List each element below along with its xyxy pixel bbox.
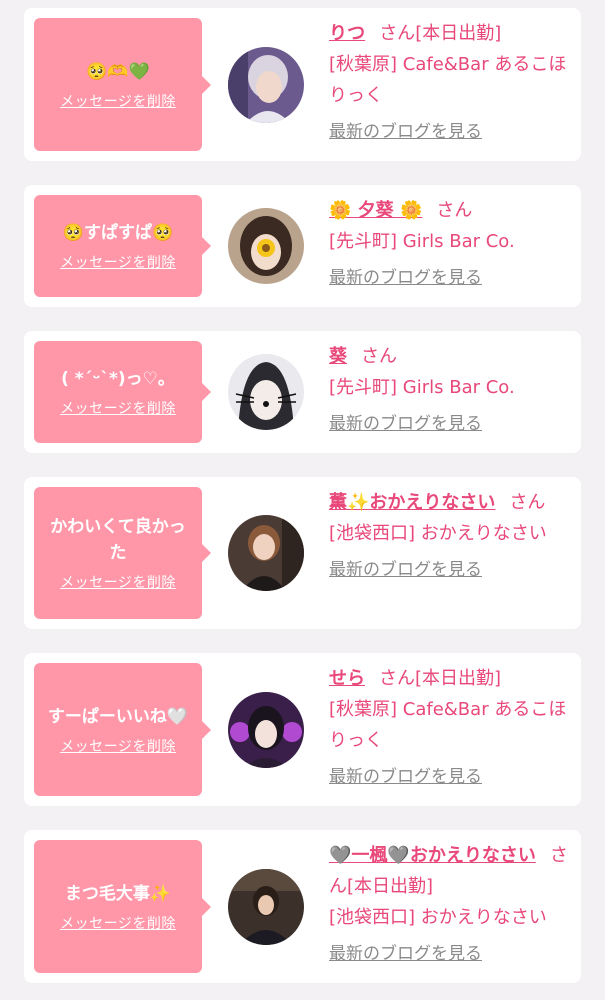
- avatar[interactable]: [228, 515, 304, 591]
- shop-name: [秋葉原] Cafe&Bar あるこほりっく: [329, 54, 567, 106]
- avatar-photo-icon: [228, 691, 304, 768]
- message-bubble: ( *ˊᵕˋ*)っ♡。 メッセージを削除: [34, 341, 211, 443]
- latest-blog-link[interactable]: 最新のブログを見る: [329, 764, 482, 790]
- avatar[interactable]: [228, 868, 304, 945]
- message-bubble: 🥺すぱすぱ🥺 メッセージを削除: [34, 195, 211, 297]
- attendance-status: [本日出勤]: [347, 876, 434, 897]
- avatar-photo-icon: [228, 868, 304, 945]
- message-text: ( *ˊᵕˋ*)っ♡。: [61, 369, 175, 389]
- avatar[interactable]: [228, 208, 304, 284]
- cast-name-link[interactable]: 葵: [329, 346, 347, 367]
- avatar[interactable]: [228, 46, 304, 123]
- cast-name-link[interactable]: 🌼 夕葵 🌼: [329, 200, 422, 221]
- shop-name: [先斗町] Girls Bar Co.: [329, 377, 515, 398]
- attendance-status: [本日出勤]: [415, 668, 502, 689]
- honorific: さん: [361, 346, 397, 367]
- honorific: さん: [436, 200, 473, 221]
- shop-name: [池袋西口] おかえりなさい: [329, 523, 547, 544]
- latest-blog-link[interactable]: 最新のブログを見る: [329, 119, 482, 145]
- honorific: さん: [379, 23, 416, 44]
- shop-name: [池袋西口] おかえりなさい: [329, 907, 547, 928]
- message-bubble: かわいくて良かった メッセージを削除: [34, 487, 211, 619]
- message-bubble: 🥺🫶💚 メッセージを削除: [34, 18, 211, 151]
- message-text: すーぱーいいね🤍: [47, 706, 189, 727]
- message-bubble: まつ毛大事✨ メッセージを削除: [34, 840, 211, 973]
- message-card: ( *ˊᵕˋ*)っ♡。 メッセージを削除 葵さん [先斗町] Girls Bar…: [24, 331, 581, 453]
- message-text: 🥺🫶💚: [86, 61, 150, 82]
- delete-message-link[interactable]: メッセージを削除: [60, 913, 176, 933]
- shop-name: [先斗町] Girls Bar Co.: [329, 231, 515, 252]
- message-card: 🥺🫶💚 メッセージを削除 りつ さん[本日出勤] [秋葉原] Cafe&Bar あ…: [24, 8, 581, 161]
- honorific: さん: [379, 668, 415, 689]
- message-text: まつ毛大事✨: [64, 883, 172, 904]
- avatar[interactable]: [228, 691, 304, 768]
- cast-info: 葵さん [先斗町] Girls Bar Co. 最新のブログを見る: [329, 341, 569, 437]
- message-card: まつ毛大事✨ メッセージを削除 🩶一楓🩶おかえりなさい さん[本日出勤] [池袋西…: [24, 830, 581, 983]
- avatar-photo-icon: [228, 354, 304, 430]
- avatar-photo-icon: [228, 515, 304, 591]
- avatar-photo-icon: [228, 46, 304, 123]
- message-bubble: すーぱーいいね🤍 メッセージを削除: [34, 663, 211, 796]
- cast-info: 🩶一楓🩶おかえりなさい さん[本日出勤] [池袋西口] おかえりなさい 最新のブロ…: [329, 840, 569, 967]
- avatar-photo-icon: [228, 208, 304, 284]
- cast-info: 🌼 夕葵 🌼 さん [先斗町] Girls Bar Co. 最新のブログを見る: [329, 195, 569, 291]
- message-text: かわいくて良かった: [50, 517, 186, 563]
- latest-blog-link[interactable]: 最新のブログを見る: [329, 557, 482, 583]
- delete-message-link[interactable]: メッセージを削除: [60, 252, 176, 272]
- delete-message-link[interactable]: メッセージを削除: [60, 736, 176, 756]
- attendance-status: [本日出勤]: [415, 23, 502, 44]
- message-list: 🥺🫶💚 メッセージを削除 りつ さん[本日出勤] [秋葉原] Cafe&Bar あ…: [0, 0, 605, 1000]
- cast-name-link[interactable]: 薫✨おかえりなさい: [329, 492, 495, 513]
- cast-name-link[interactable]: 🩶一楓🩶おかえりなさい: [329, 845, 536, 866]
- cast-info: せら さん[本日出勤] [秋葉原] Cafe&Bar あるこほりっく 最新のブログ…: [329, 663, 569, 790]
- delete-message-link[interactable]: メッセージを削除: [60, 398, 176, 418]
- delete-message-link[interactable]: メッセージを削除: [60, 572, 176, 592]
- honorific: さん: [509, 492, 546, 513]
- cast-info: 薫✨おかえりなさい さん [池袋西口] おかえりなさい 最新のブログを見る: [329, 487, 569, 583]
- latest-blog-link[interactable]: 最新のブログを見る: [329, 941, 482, 967]
- cast-info: りつ さん[本日出勤] [秋葉原] Cafe&Bar あるこほりっく 最新のブログ…: [329, 18, 569, 145]
- latest-blog-link[interactable]: 最新のブログを見る: [329, 265, 482, 291]
- shop-name: [秋葉原] Cafe&Bar あるこほりっく: [329, 699, 567, 751]
- avatar[interactable]: [228, 354, 304, 430]
- message-card: 🥺すぱすぱ🥺 メッセージを削除 🌼 夕葵 🌼 さん [先斗町] Girls Bar…: [24, 185, 581, 307]
- cast-name-link[interactable]: りつ: [329, 23, 365, 44]
- message-card: すーぱーいいね🤍 メッセージを削除 せら さん[本日出勤] [秋葉原] Cafe&…: [24, 653, 581, 806]
- message-card: かわいくて良かった メッセージを削除 薫✨おかえりなさい さん [池袋西口] おか…: [24, 477, 581, 629]
- cast-name-link[interactable]: せら: [329, 668, 365, 689]
- message-text: 🥺すぱすぱ🥺: [62, 223, 174, 243]
- latest-blog-link[interactable]: 最新のブログを見る: [329, 411, 482, 437]
- delete-message-link[interactable]: メッセージを削除: [60, 91, 176, 111]
